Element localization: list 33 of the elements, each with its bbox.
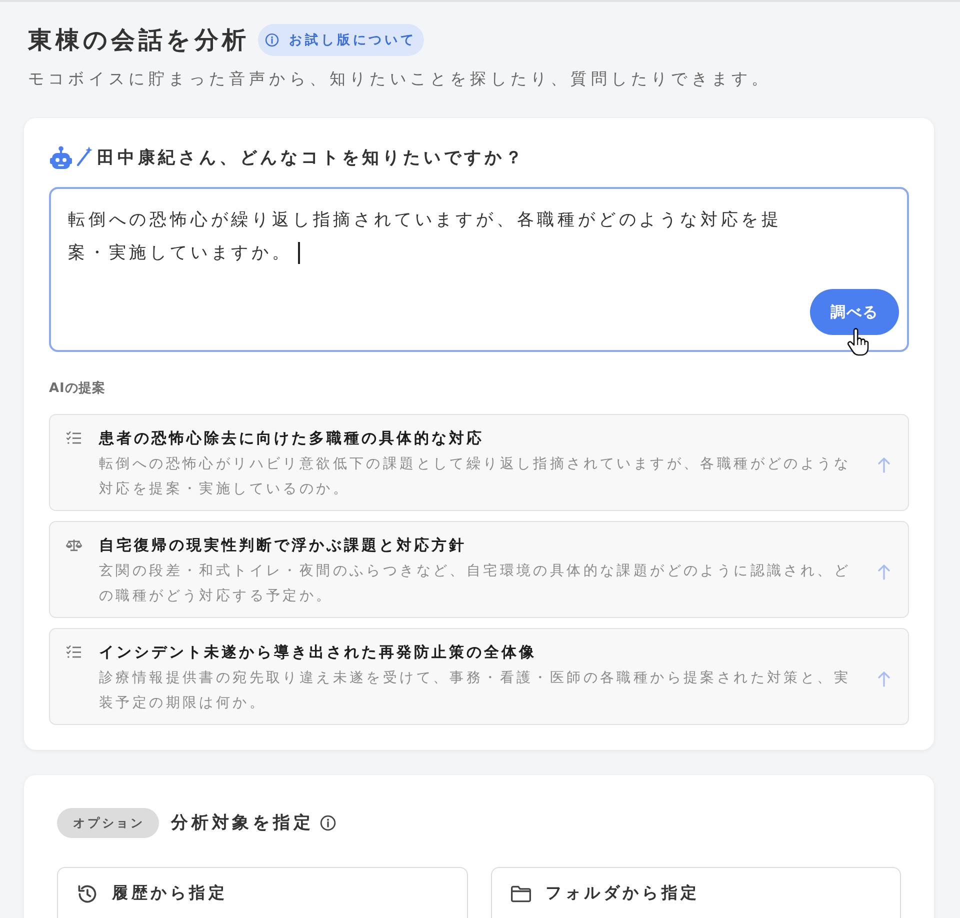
trial-info-button[interactable]: お試し版について (258, 24, 424, 56)
suggestion-description: 診療情報提供書の宛先取り違え未遂を受けて、事務・看護・医師の各職種から提案された対策と、実装予定の期限は何か。 (99, 669, 852, 713)
text-cursor-icon (298, 242, 300, 264)
checklist-icon (66, 645, 82, 659)
robot-wand-icon (50, 146, 93, 170)
target-title: 分析対象を指定 (171, 812, 314, 835)
option-label: フォルダから指定 (546, 883, 700, 904)
page-subtitle: モコボイスに貯まった音声から、知りたいことを探したり、質問したりできます。 (28, 68, 773, 90)
history-icon (76, 882, 98, 904)
hand-pointer-icon (847, 328, 869, 356)
option-badge: オプション (57, 808, 159, 838)
suggestion-description: 玄関の段差・和式トイレ・夜間のふらつきなど、自宅環境の具体的な課題がどのように認識され、どの職種がどう対応する予定か。 (99, 562, 852, 606)
up-arrow-icon[interactable] (878, 670, 890, 686)
suggestion-item[interactable]: 患者の恐怖心除去に向けた多職種の具体的な対応 転倒への恐怖心がリハビリ意欲低下の課題として繰り返し指摘されていますが、各職種がどのような対応を提案・実施しているのか。 (49, 414, 909, 511)
checklist-icon (66, 431, 82, 445)
info-icon[interactable] (320, 815, 336, 831)
option-label: 履歴から指定 (112, 883, 228, 904)
question-prompt: 田中康紀さん、どんなコトを知りたいですか？ (97, 147, 526, 170)
info-icon (265, 33, 280, 47)
suggestion-title: 自宅復帰の現実性判断で浮かぶ課題と対応方針 (99, 535, 468, 556)
suggestion-item[interactable]: 自宅復帰の現実性判断で浮かぶ課題と対応方針 玄関の段差・和式トイレ・夜間のふらつきなど、自宅環境の具体的な課題がどのように認識され、どの職種がどう対応する予定か。 (49, 521, 909, 618)
suggestion-description: 転倒への恐怖心がリハビリ意欲低下の課題として繰り返し指摘されていますが、各職種がどのような対応を提案・実施しているのか。 (99, 455, 852, 499)
suggestion-item[interactable]: インシデント未遂から導き出された再発防止策の全体像 診療情報提供書の宛先取り違え未遂を受けて、事務・看護・医師の各職種から提案された対策と、実装予定の期限は何か。 (49, 628, 909, 725)
option-card[interactable]: 履歴から指定 (57, 867, 468, 918)
option-card[interactable]: フォルダから指定 (490, 867, 901, 918)
up-arrow-icon[interactable] (878, 564, 890, 580)
suggestion-title: インシデント未遂から導き出された再発防止策の全体像 (99, 642, 538, 663)
up-arrow-icon[interactable] (878, 456, 890, 472)
suggestion-title: 患者の恐怖心除去に向けた多職種の具体的な対応 (99, 428, 485, 449)
suggestions-label: AIの提案 (49, 381, 106, 397)
page-title: 東棟の会話を分析 (28, 25, 250, 56)
balance-scale-icon (66, 538, 82, 552)
search-button[interactable]: 調べる (810, 289, 899, 335)
